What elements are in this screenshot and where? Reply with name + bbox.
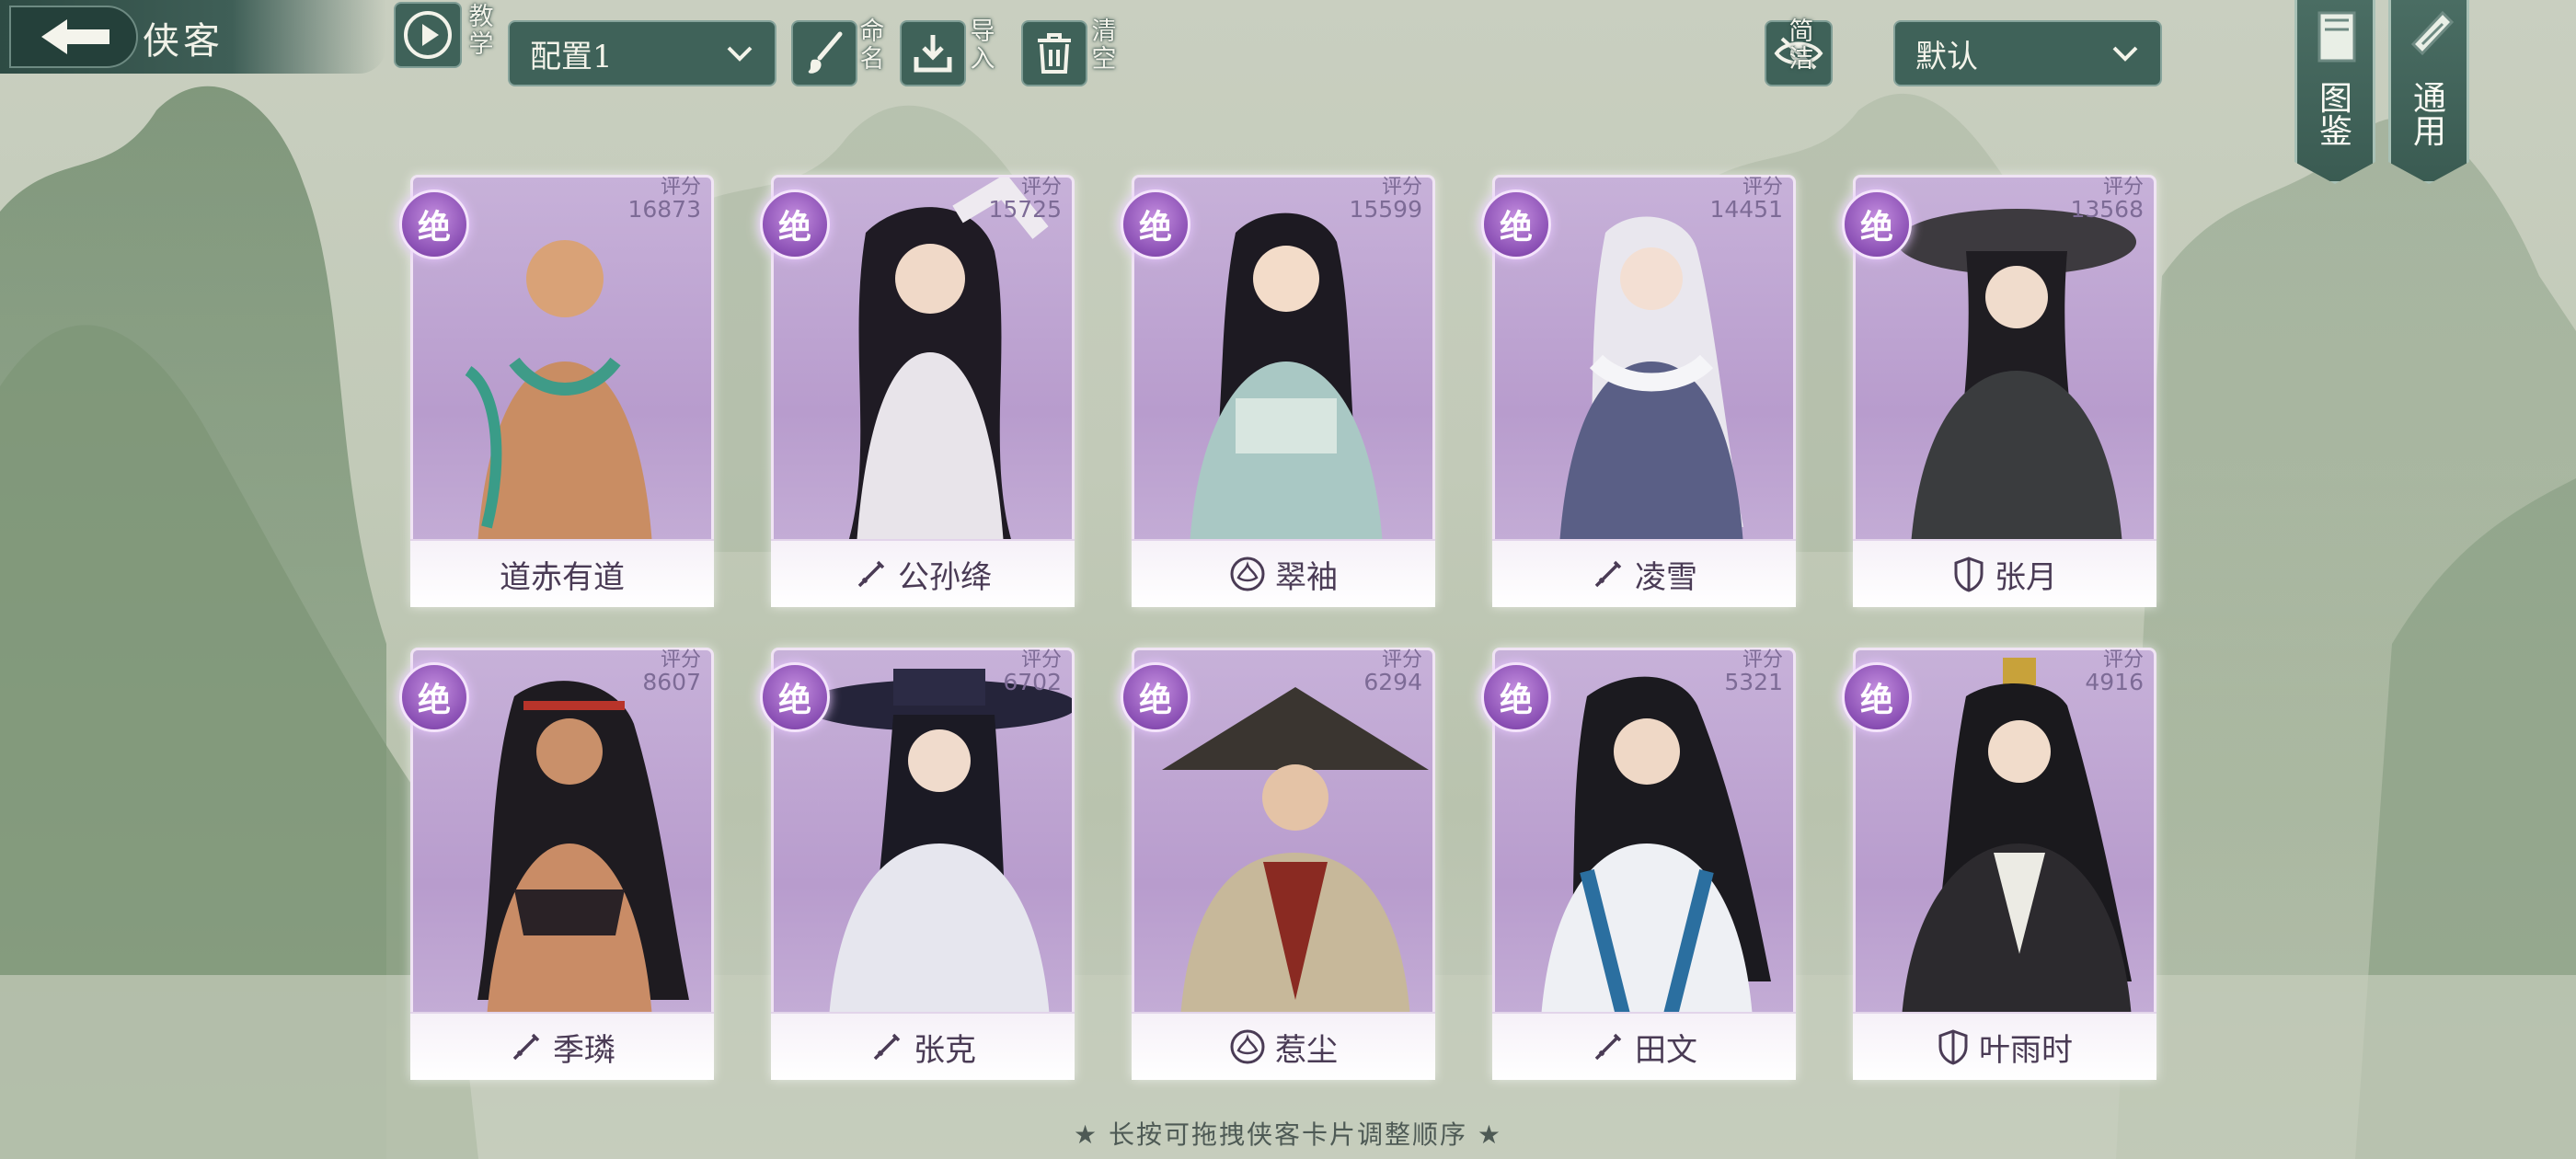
shield-icon [1954,557,1984,592]
character-card[interactable]: 评分 13568 绝 张月 [1842,175,2156,607]
chevron-down-icon [2112,46,2138,62]
simple-mode-label: 简洁 [1788,17,1814,74]
card-nameplate: 张月 [1853,539,2156,607]
character-name: 翠袖 [1275,558,1338,596]
character-name: 凌雪 [1635,558,1697,596]
rank-badge: 绝 [760,189,830,259]
sword-icon [1594,560,1622,588]
score-display: 评分 15599 [1349,177,1422,223]
chevron-down-icon [727,46,753,62]
rename-label: 命名 [859,17,885,74]
card-nameplate: 张克 [771,1012,1075,1080]
sword-icon [873,1033,901,1061]
character-card[interactable]: 评分 6294 绝 惹尘 [1121,648,1435,1080]
page-title: 侠客 [143,20,224,63]
rank-badge: 绝 [1481,662,1551,732]
rank-badge: 绝 [760,662,830,732]
character-card[interactable]: 评分 15599 绝 翠袖 [1121,175,1435,607]
character-card[interactable]: 评分 14451 绝 凌雪 [1481,175,1796,607]
score-display: 评分 4916 [2085,649,2144,694]
card-nameplate: 公孙绛 [771,539,1075,607]
rank-badge: 绝 [399,662,469,732]
card-nameplate: 叶雨时 [1853,1012,2156,1080]
tutorial-label: 教学 [468,3,494,59]
brush-icon [808,31,843,74]
character-card[interactable]: 评分 16873 绝 道赤有道 [399,175,714,607]
card-nameplate: 田文 [1492,1012,1796,1080]
sword-icon [857,560,885,588]
score-display: 评分 13568 [2070,177,2144,223]
sort-select[interactable]: 默认 [1893,20,2162,86]
score-value: 15725 [988,196,1062,223]
shield-icon [1938,1029,1968,1065]
common-label: 通用 [2412,80,2446,151]
score-value: 6702 [1003,669,1062,695]
clear-label: 清空 [1091,17,1117,74]
drag-hint: ★ 长按可拖拽侠客卡片调整顺序 ★ [1073,1119,1502,1150]
score-value: 16873 [627,196,701,223]
config-select[interactable]: 配置1 [508,20,776,86]
score-display: 评分 8607 [642,649,701,694]
score-display: 评分 6294 [1363,649,1422,694]
character-name: 公孙绛 [898,558,992,596]
score-display: 评分 6702 [1003,649,1062,694]
import-button[interactable] [900,20,966,86]
atlas-tab[interactable]: 图鉴 [2294,0,2375,184]
atlas-label: 图鉴 [2318,80,2352,151]
rank-badge: 绝 [1121,662,1190,732]
rank-badge: 绝 [399,189,469,259]
top-bar: 侠客 教学 配置1 命名 导入 清空 简洁 默认 图鉴 通用 [0,0,2576,184]
card-nameplate: 道赤有道 [410,539,714,607]
character-name: 惹尘 [1275,1031,1338,1069]
character-card[interactable]: 评分 8607 绝 季璘 [399,648,714,1080]
lotus-icon [1230,1029,1265,1064]
character-card[interactable]: 评分 15725 绝 公孙绛 [760,175,1075,607]
config-select-value: 配置1 [530,38,613,75]
score-value: 13568 [2070,196,2144,223]
character-card[interactable]: 评分 4916 绝 叶雨时 [1842,648,2156,1080]
clear-button[interactable] [1021,20,1087,86]
score-value: 8607 [642,669,701,695]
rank-badge: 绝 [1481,189,1551,259]
score-value: 4916 [2085,669,2144,695]
rename-button[interactable] [791,20,857,86]
back-button[interactable] [9,6,138,68]
character-name: 叶雨时 [1979,1031,2073,1069]
character-card[interactable]: 评分 5321 绝 田文 [1481,648,1796,1080]
score-value: 5321 [1724,669,1783,695]
play-icon [404,11,452,59]
card-nameplate: 凌雪 [1492,539,1796,607]
card-nameplate: 翠袖 [1132,539,1435,607]
character-name: 田文 [1635,1031,1697,1069]
back-arrow-icon [41,19,109,54]
character-name: 张克 [914,1031,976,1069]
rank-badge: 绝 [1842,189,1912,259]
character-name: 张月 [1995,558,2057,596]
character-name: 季璘 [553,1031,615,1069]
common-tab[interactable]: 通用 [2388,0,2469,184]
sword-icon [1594,1033,1622,1061]
lotus-icon [1230,557,1265,591]
score-display: 评分 16873 [627,177,701,223]
rank-badge: 绝 [1121,189,1190,259]
rank-badge: 绝 [1842,662,1912,732]
card-nameplate: 季璘 [410,1012,714,1080]
book-icon [2317,11,2356,63]
score-display: 评分 14451 [1709,177,1783,223]
score-display: 评分 15725 [988,177,1062,223]
score-value: 15599 [1349,196,1422,223]
sword-icon [512,1033,540,1061]
character-card[interactable]: 评分 6702 绝 张克 [760,648,1075,1080]
card-nameplate: 惹尘 [1132,1012,1435,1080]
sort-select-value: 默认 [1915,38,1978,75]
import-label: 导入 [970,17,995,74]
score-value: 14451 [1709,196,1783,223]
import-icon [914,35,952,73]
trash-icon [1038,33,1071,74]
tutorial-button[interactable] [394,2,462,68]
score-display: 评分 5321 [1724,649,1783,694]
character-name: 道赤有道 [500,558,625,596]
score-value: 6294 [1363,669,1422,695]
scroll-icon [2410,10,2455,56]
